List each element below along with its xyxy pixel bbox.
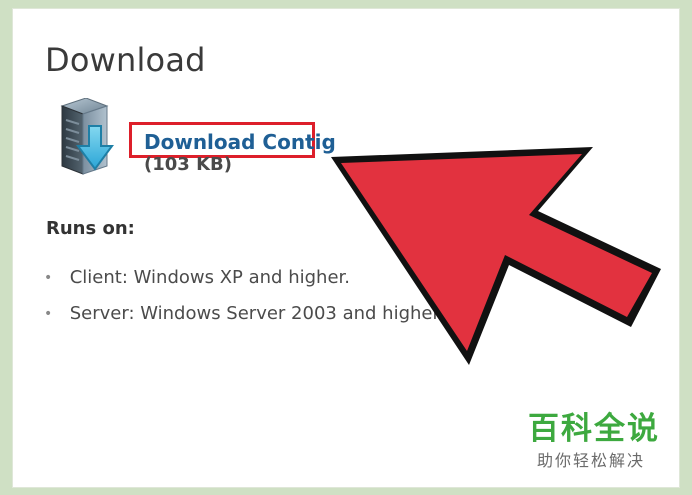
watermark-main: 百科全说 — [528, 411, 660, 447]
page-title: Download — [45, 41, 206, 79]
arrow-icon — [331, 147, 661, 365]
requirements-heading: Runs on: — [46, 218, 135, 239]
download-link-highlight[interactable]: Download Contig — [129, 122, 336, 158]
server-download-icon — [60, 98, 114, 175]
bullet-icon: • — [44, 270, 53, 286]
download-link[interactable]: Download Contig — [144, 130, 336, 154]
requirement-text-client: Client: Windows XP and higher. — [69, 267, 350, 288]
requirement-item-client: • Client: Windows XP and higher. — [44, 267, 350, 290]
download-card: Download Download Contig (103 KB) Runs o… — [12, 8, 680, 488]
bullet-icon: • — [44, 306, 53, 322]
download-size: (103 KB) — [144, 154, 232, 175]
watermark-subtitle: 助你轻松解决 — [537, 451, 646, 470]
